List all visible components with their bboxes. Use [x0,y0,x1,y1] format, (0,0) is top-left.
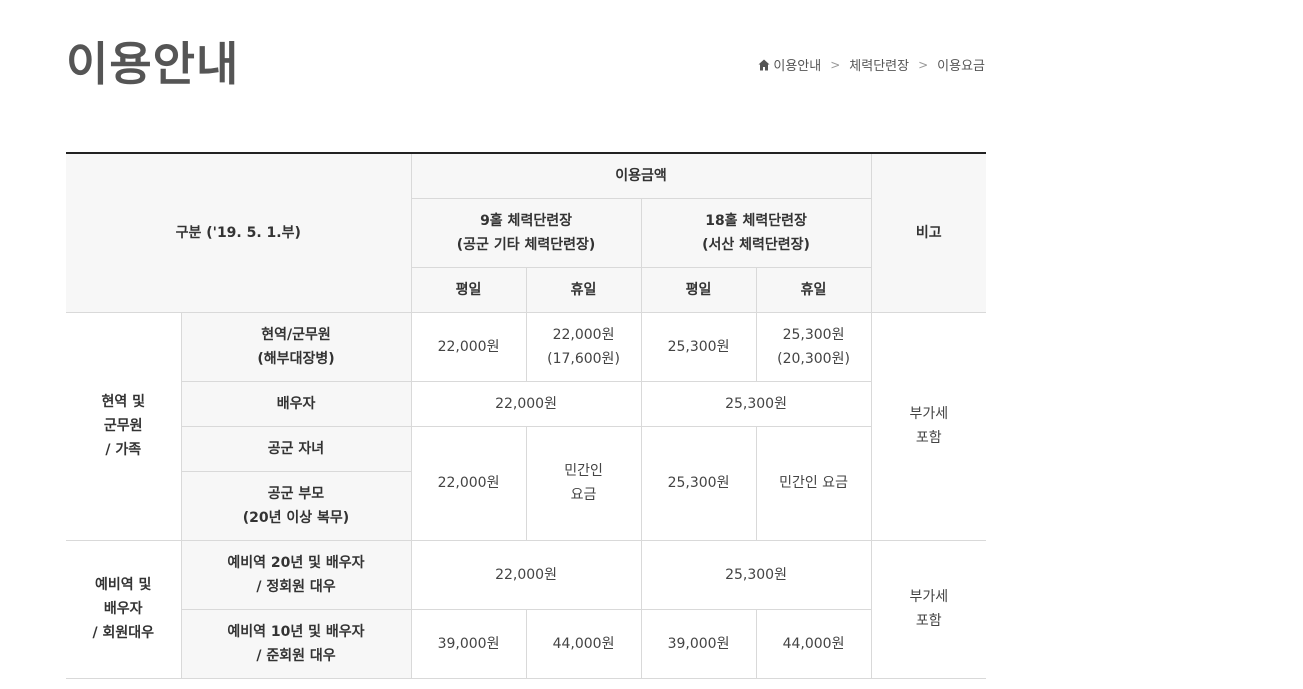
cell-reserve10-9-weekday: 39,000원 [410,608,527,679]
breadcrumb: 이용안내 > 체력단련장 > 이용요금 [758,55,985,74]
header-venue-18hole-sub: (서산 체력단련장) [702,236,810,253]
row-spouse-label: 배우자 [181,380,412,427]
cell-spouse-9: 22,000원 [410,380,642,427]
header-venue-18hole: 18홀 체력단련장 (서산 체력단련장) [640,197,872,268]
header-venue-9hole-name: 9홀 체력단련장 [480,212,572,229]
home-icon[interactable] [758,59,770,71]
header-venue-9hole-sub: (공군 기타 체력단련장) [456,236,596,253]
row-active-label: 현역/군무원 (해부대장병) [180,311,412,382]
header-holiday: 휴일 [755,266,872,313]
cell-reserve10-18-holiday: 44,000원 [755,608,872,679]
header-weekday: 평일 [640,266,757,313]
cell-spouse-18: 25,300원 [640,380,872,427]
cell-reserve20-9: 22,000원 [410,539,642,610]
cell-family-9-holiday: 민간인 요금 [525,425,642,541]
breadcrumb-item-guide[interactable]: 이용안내 [773,55,821,74]
breadcrumb-item-fee[interactable]: 이용요금 [937,55,985,74]
header-venue-18hole-name: 18홀 체력단련장 [705,212,807,229]
group-active-label: 현역 및 군무원 / 가족 [66,311,182,541]
cell-family-18-weekday: 25,300원 [640,425,757,541]
row-reserve20-label: 예비역 20년 및 배우자 / 정회원 대우 [180,539,412,610]
cell-family-18-holiday: 민간인 요금 [755,425,872,541]
header-weekday: 평일 [411,266,527,313]
chevron-right-icon: > [918,57,929,72]
cell-active-18-holiday: 25,300원 (20,300원) [755,311,872,382]
cell-reserve10-18-weekday: 39,000원 [640,608,757,679]
header-amount: 이용금액 [410,152,872,199]
cell-active-18-weekday: 25,300원 [640,311,757,382]
group-reserve-label: 예비역 및 배우자 / 회원대우 [66,539,182,679]
cell-active-9-holiday: 22,000원 (17,600원) [525,311,642,382]
cell-family-9-weekday: 22,000원 [410,425,527,541]
row-reserve10-label: 예비역 10년 및 배우자 / 준회원 대우 [181,608,412,679]
cell-active-9-weekday: 22,000원 [410,311,527,382]
header-category: 구분 ('19. 5. 1.부) [66,152,412,313]
header-venue-9hole: 9홀 체력단련장 (공군 기타 체력단련장) [411,197,642,268]
breadcrumb-item-fitness[interactable]: 체력단련장 [849,55,909,74]
note-vat-included: 부가세 포함 [870,311,987,541]
chevron-right-icon: > [830,57,841,72]
header-note: 비고 [870,152,987,313]
page-title: 이용안내 [66,37,240,91]
header-holiday: 휴일 [525,266,642,313]
cell-reserve20-18: 25,300원 [640,539,872,610]
fee-table: 구분 ('19. 5. 1.부) 이용금액 비고 9홀 체력단련장 (공군 기타… [66,152,987,679]
note-vat-included: 부가세 포함 [870,539,987,679]
row-parents-label: 공군 부모 (20년 이상 복무) [181,470,412,541]
row-children-label: 공군 자녀 [181,425,412,472]
cell-reserve10-9-holiday: 44,000원 [525,608,642,679]
